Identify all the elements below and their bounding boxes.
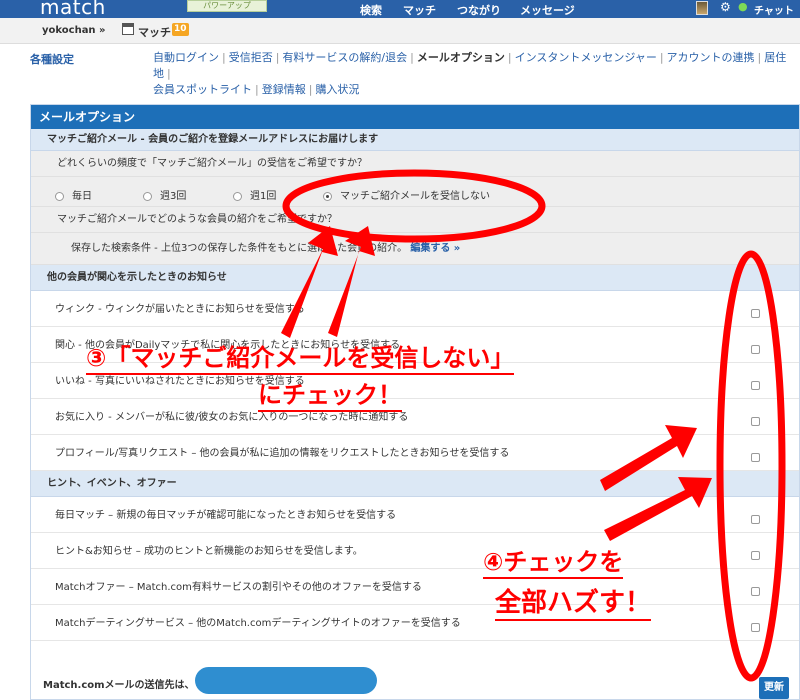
match-intro-header: マッチご紹介メール - 会員のご紹介を登録メールアドレスにお届けします — [31, 129, 799, 151]
link-separator: | — [255, 83, 259, 96]
radio-1-per-week[interactable]: 週1回 — [233, 187, 276, 202]
chat-bubble-icon[interactable]: ● — [738, 0, 748, 13]
checkbox[interactable] — [751, 453, 760, 462]
settings-links: 自動ログイン | 受信拒否 | 有料サービスの解約/退会 | メールオプション | インスタント… — [153, 50, 793, 98]
radio-dot[interactable] — [143, 191, 152, 201]
nav-search[interactable]: 検索 — [360, 2, 382, 18]
frequency-question: どれくらいの頻度で「マッチご紹介メール」の受信をご希望ですか？ — [31, 151, 799, 177]
radio-dot[interactable] — [233, 191, 242, 201]
gear-icon[interactable]: ⚙ — [720, 0, 731, 14]
settings-link[interactable]: 受信拒否 — [229, 51, 273, 64]
checkbox-row: Matchオファー – Match.com有料サービスの割引やその他のオファーを… — [31, 569, 799, 605]
checkbox[interactable] — [751, 515, 760, 524]
checkbox-row: ウィンク - ウィンクが届いたときにお知らせを受信する — [31, 291, 799, 327]
checkbox[interactable] — [751, 587, 760, 596]
settings-link[interactable]: 自動ログイン — [153, 51, 219, 64]
user-bar: yokochan » マッチ 10 — [0, 18, 800, 44]
settings-link[interactable]: アカウントの連携 — [667, 51, 755, 64]
annotation-step3-line2: にチェック！ — [258, 375, 402, 412]
nav-connections[interactable]: つながり — [457, 2, 501, 18]
checkbox-label: ヒント&お知らせ – 成功のヒントと新機能のお知らせを受信します。 — [55, 546, 363, 557]
nav-match[interactable]: マッチ — [403, 2, 436, 18]
checkbox[interactable] — [751, 381, 760, 390]
link-separator: | — [308, 83, 313, 96]
username-link[interactable]: yokochan » — [42, 25, 106, 36]
link-separator: | — [222, 51, 226, 64]
checkbox-label: 毎日マッチ – 新規の毎日マッチが確認可能になったときお知らせを受信する — [55, 510, 397, 521]
daily-match-link[interactable]: マッチ — [138, 24, 171, 40]
checkbox-row: 毎日マッチ – 新規の毎日マッチが確認可能になったときお知らせを受信する — [31, 497, 799, 533]
annotation-step4-line2: 全部ハズす！ — [495, 582, 652, 621]
checkbox-row: お気に入り - メンバーが私に彼/彼女のお気に入りの一つになった時に通知する — [31, 399, 799, 435]
annotation-step3-line1: ③「マッチご紹介メールを受信しない」 — [86, 338, 515, 375]
interest-list: ウィンク - ウィンクが届いたときにお知らせを受信する 関心 - 他の会員がDai… — [31, 291, 799, 471]
checkbox-row: プロフィール/写真リクエスト – 他の会員が私に追加の情報をリクエストしたときお… — [31, 435, 799, 471]
powerup-button[interactable]: パワーアップ — [187, 0, 267, 12]
radio-dot[interactable] — [55, 191, 64, 201]
panel-title: メールオプション — [31, 105, 799, 129]
settings-link[interactable]: 有料サービスの解約/退会 — [282, 51, 407, 64]
avatar[interactable] — [696, 1, 708, 15]
hints-header: ヒント、イベント、オファー — [31, 471, 799, 497]
chat-label[interactable]: チャット — [754, 2, 794, 17]
settings-link[interactable]: 登録情報 — [262, 83, 306, 96]
link-separator: | — [410, 51, 414, 64]
settings-link[interactable]: メールオプション — [417, 51, 505, 64]
checkbox[interactable] — [751, 417, 760, 426]
footer-row: Match.comメールの送信先は、 更新 — [31, 665, 799, 700]
checkbox-row: Matchデーティングサービス – 他のMatch.comデーティングサイトのオ… — [31, 605, 799, 641]
checkbox[interactable] — [751, 309, 760, 318]
radio-3-per-week[interactable]: 週3回 — [143, 187, 186, 202]
checkbox-label: ウィンク - ウィンクが届いたときにお知らせを受信する — [55, 304, 305, 315]
annotation-step4-line1: ④チェックを — [483, 542, 624, 579]
link-separator: | — [275, 51, 280, 64]
interest-header: 他の会員が関心を示したときのお知らせ — [31, 265, 799, 291]
calendar-icon — [122, 23, 134, 35]
saved-search-text: 保存した検索条件 - 上位3つの保存した条件をもとに選ばれた会員の紹介。 — [71, 243, 408, 254]
checkbox-label: プロフィール/写真リクエスト – 他の会員が私に追加の情報をリクエストしたときお… — [55, 448, 510, 459]
redacted-email — [195, 667, 377, 694]
hints-list: 毎日マッチ – 新規の毎日マッチが確認可能になったときお知らせを受信する ヒント&… — [31, 497, 799, 641]
link-separator: | — [659, 51, 664, 64]
frequency-options: 毎日 週3回 週1回 マッチご紹介メールを受信しない — [31, 177, 799, 207]
link-separator: | — [757, 51, 762, 64]
radio-dot-selected[interactable] — [323, 191, 332, 201]
checkbox-row: ヒント&お知らせ – 成功のヒントと新機能のお知らせを受信します。 — [31, 533, 799, 569]
mail-options-panel: メールオプション マッチご紹介メール - 会員のご紹介を登録メールアドレスにお届… — [30, 104, 800, 700]
settings-link[interactable]: 購入状況 — [315, 83, 359, 96]
edit-saved-search-link[interactable]: 編集する » — [410, 243, 460, 254]
settings-link[interactable]: インスタントメッセンジャー — [515, 51, 657, 64]
type-question: マッチご紹介メールでどのような会員の紹介をご希望ですか？ — [31, 207, 799, 233]
link-separator: | — [167, 67, 171, 80]
settings-link[interactable]: 会員スポットライト — [153, 83, 252, 96]
link-separator: | — [507, 51, 512, 64]
checkbox[interactable] — [751, 623, 760, 632]
nav-messages[interactable]: メッセージ — [520, 2, 575, 18]
match-logo[interactable]: match — [40, 0, 106, 19]
checkbox[interactable] — [751, 551, 760, 560]
checkbox-label: Matchオファー – Match.com有料サービスの割引やその他のオファーを… — [55, 582, 422, 593]
send-to-label: Match.comメールの送信先は、 — [43, 680, 195, 691]
saved-search-row: 保存した検索条件 - 上位3つの保存した条件をもとに選ばれた会員の紹介。 編集す… — [31, 233, 799, 265]
top-nav-bar: match パワーアップ 検索 マッチ つながり メッセージ ⚙ ● チャット — [0, 0, 800, 19]
match-count-badge: 10 — [172, 23, 189, 36]
radio-daily[interactable]: 毎日 — [55, 187, 92, 202]
settings-title: 各種設定 — [30, 53, 74, 66]
checkbox[interactable] — [751, 345, 760, 354]
update-button[interactable]: 更新 — [759, 677, 789, 699]
radio-no-match-mail[interactable]: マッチご紹介メールを受信しない — [323, 187, 490, 202]
checkbox-label: Matchデーティングサービス – 他のMatch.comデーティングサイトのオ… — [55, 618, 461, 629]
